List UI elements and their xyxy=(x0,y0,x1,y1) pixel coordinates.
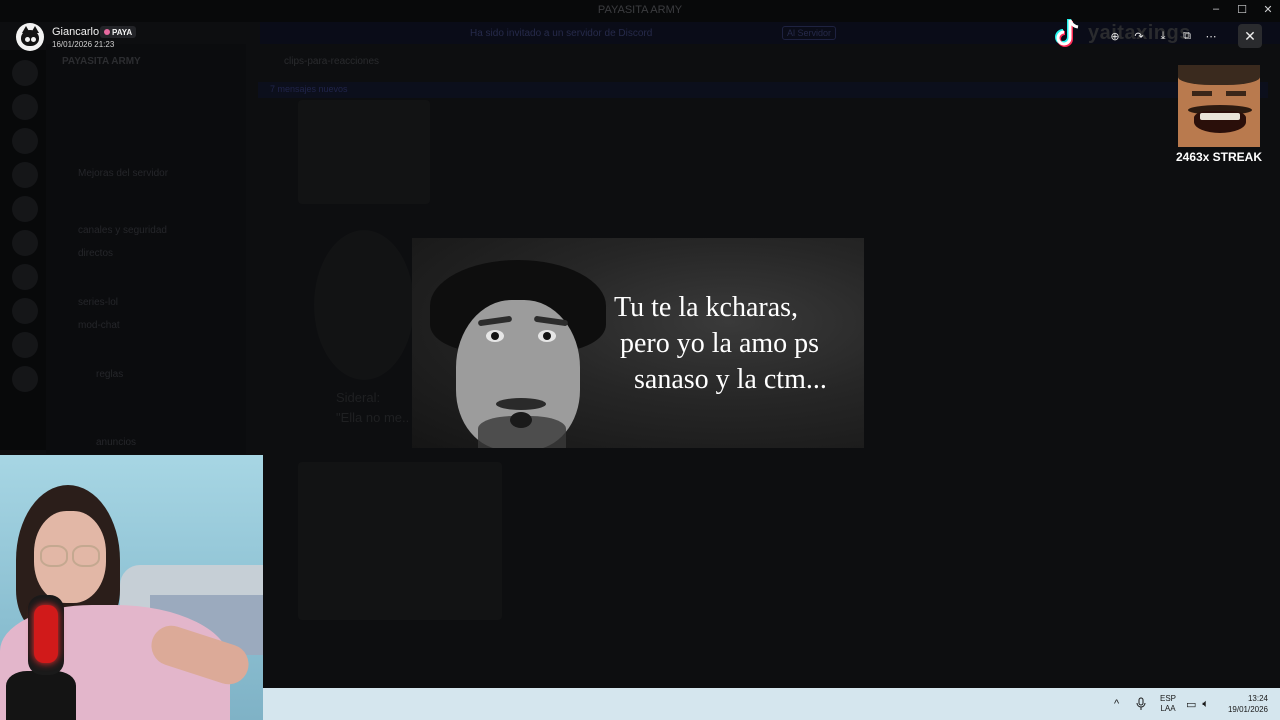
channel-item[interactable]: mod-chat xyxy=(78,320,120,331)
server-icon[interactable] xyxy=(12,60,38,86)
more-icon[interactable]: ⋯ xyxy=(1202,26,1220,46)
background-message-author: Sideral: xyxy=(336,390,381,405)
avatar-eye xyxy=(25,37,30,42)
message-video-thumbnail[interactable] xyxy=(298,462,502,620)
webcam-mic-stand xyxy=(6,671,76,720)
invite-banner-text: Ha sido invitado a un servidor de Discor… xyxy=(470,28,653,39)
clock-time: 13:24 xyxy=(1247,694,1268,703)
minimize-icon[interactable]: – xyxy=(1210,3,1222,16)
network-icon[interactable]: ▭ xyxy=(1186,698,1196,711)
image-quote: Tu te la kcharas, pero yo la amo ps sana… xyxy=(608,290,848,398)
background-message-text: "Ella no me... estaba con... xyxy=(336,410,410,425)
channel-item[interactable]: directos xyxy=(78,248,113,259)
server-icon[interactable] xyxy=(12,230,38,256)
role-badge-label: PAYA xyxy=(112,27,133,37)
webcam-glasses-lens xyxy=(40,545,68,567)
forward-icon[interactable]: ↷ xyxy=(1130,26,1148,46)
channel-item[interactable]: series-lol xyxy=(78,297,118,308)
viewer-toolbar: ⊕ ↷ ⤓ ⧉ ⋯ xyxy=(1106,26,1220,46)
avatar-eye xyxy=(31,37,36,42)
avatar-face xyxy=(21,30,39,46)
quote-line: sanaso y la ctm... xyxy=(634,364,827,395)
server-icon[interactable] xyxy=(12,366,38,392)
viewed-image-eye xyxy=(538,330,556,342)
input-language[interactable]: ESP LAA xyxy=(1160,688,1176,720)
server-icon[interactable] xyxy=(12,162,38,188)
language-code: ESP xyxy=(1160,694,1177,703)
webcam-microphone-light xyxy=(34,605,58,663)
window-close-icon[interactable]: ✕ xyxy=(1262,3,1274,16)
viewed-image-mustache xyxy=(496,398,546,410)
server-icon[interactable] xyxy=(12,196,38,222)
channel-item[interactable]: Mejoras del servidor xyxy=(78,168,168,179)
server-icon[interactable] xyxy=(12,264,38,290)
channel-item[interactable]: reglas xyxy=(96,369,123,380)
channel-sidebar xyxy=(46,44,246,454)
avatar[interactable] xyxy=(16,23,44,51)
role-icon xyxy=(104,29,110,35)
server-icon[interactable] xyxy=(12,128,38,154)
window-controls: – ☐ ✕ xyxy=(1210,3,1274,16)
message-date: 16/01/2026 21:23 xyxy=(52,40,115,49)
viewed-image-eye xyxy=(486,330,504,342)
channel-item[interactable]: anuncios xyxy=(96,437,136,448)
role-badge: PAYA xyxy=(100,26,137,38)
server-icon[interactable] xyxy=(12,94,38,120)
quote-line: pero yo la amo ps xyxy=(620,328,820,359)
tray-overflow-chevron-icon[interactable]: ^ xyxy=(1114,688,1119,720)
clock-date: 19/01/2026 xyxy=(1227,705,1268,714)
tray-icons: ▭ 🔈︎ xyxy=(1186,688,1209,720)
streak-image-brow xyxy=(1192,91,1212,96)
zoom-in-icon[interactable]: ⊕ xyxy=(1106,26,1124,46)
invite-banner-button[interactable]: Al Servidor xyxy=(782,26,837,40)
open-external-icon[interactable]: ⧉ xyxy=(1178,26,1196,46)
quote-line: Tu te la kcharas, xyxy=(614,292,799,323)
volume-icon[interactable]: 🔈︎ xyxy=(1202,698,1209,711)
streak-image-hair xyxy=(1178,65,1260,85)
new-messages-bar[interactable] xyxy=(258,82,1268,98)
streak-image xyxy=(1178,65,1260,147)
webcam-glasses-lens xyxy=(72,545,100,567)
message-author-avatar[interactable] xyxy=(314,230,414,380)
taskbar-clock[interactable]: 13:24 19/01/2026 xyxy=(1224,688,1268,720)
new-messages-text: 7 mensajes nuevos xyxy=(270,84,348,94)
server-icon[interactable] xyxy=(12,332,38,358)
streak-image-teeth xyxy=(1200,113,1240,120)
streak-counter: 2463x STREAK xyxy=(1175,150,1263,164)
server-icon[interactable] xyxy=(12,298,38,324)
viewed-image[interactable]: Tu te la kcharas, pero yo la amo ps sana… xyxy=(412,238,864,448)
taskbar xyxy=(263,688,1280,720)
channel-header: clips-para-reacciones xyxy=(284,56,380,67)
keyboard-layout-code: LAA xyxy=(1160,704,1176,713)
username[interactable]: Giancarlo xyxy=(52,26,99,38)
message-attachment-thumbnail[interactable] xyxy=(298,100,430,204)
server-rail xyxy=(0,50,46,450)
channel-item[interactable]: canales y seguridad xyxy=(78,225,167,236)
viewed-image-mouth xyxy=(510,412,532,428)
microphone-icon[interactable] xyxy=(1136,688,1146,720)
tiktok-logo-icon xyxy=(1055,19,1079,47)
download-icon[interactable]: ⤓ xyxy=(1154,26,1172,46)
maximize-icon[interactable]: ☐ xyxy=(1236,3,1248,16)
streak-image-brow xyxy=(1226,91,1246,96)
webcam-overlay xyxy=(0,455,263,720)
window-title: PAYASITA ARMY xyxy=(597,4,683,16)
close-viewer-button[interactable]: ✕ xyxy=(1238,24,1262,48)
server-name[interactable]: PAYASITA ARMY xyxy=(62,56,141,67)
